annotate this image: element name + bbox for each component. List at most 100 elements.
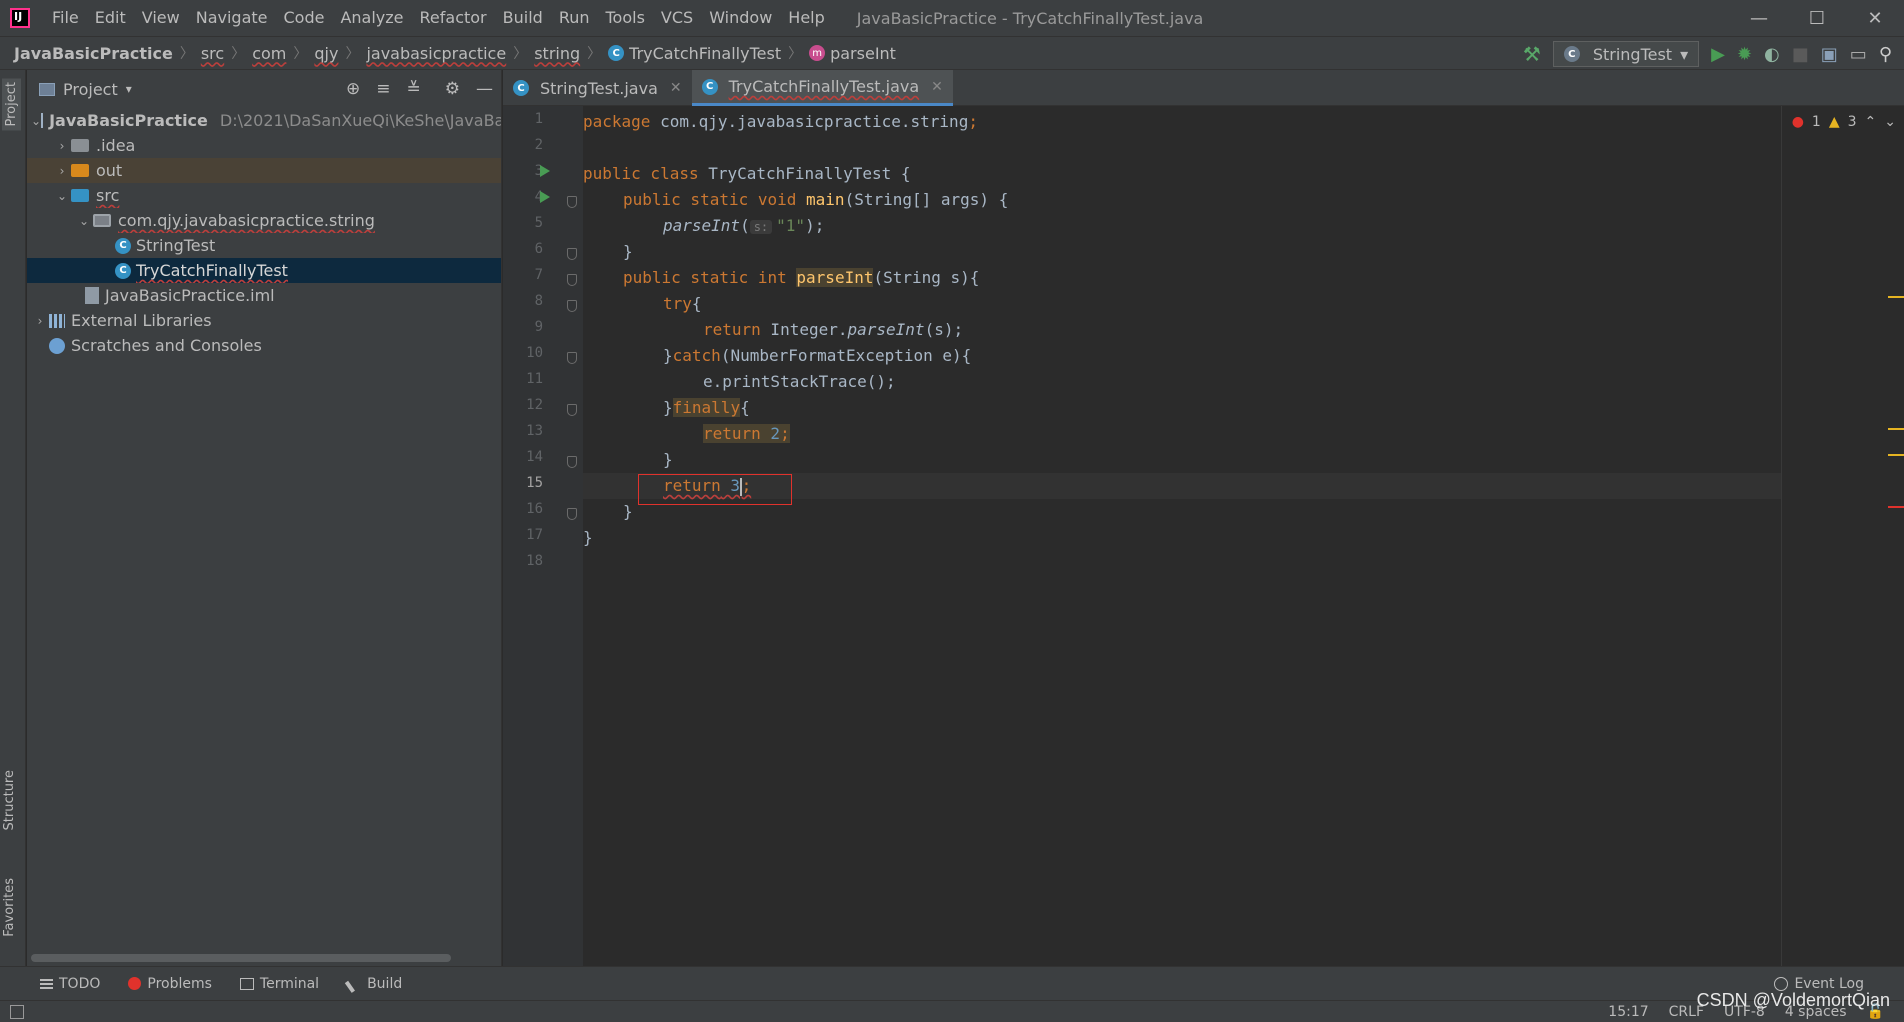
code-line-7[interactable]: public static int parseInt(String s){ (623, 265, 979, 291)
code-line-11[interactable]: e.printStackTrace(); (703, 369, 896, 395)
tree-item-trycatchfinallytest[interactable]: › TryCatchFinallyTest (27, 258, 501, 283)
code-editor[interactable]: package com.qjy.javabasicpractice.string… (583, 106, 1781, 966)
hide-panel-icon[interactable]: — (476, 79, 493, 99)
menu-run[interactable]: Run (551, 0, 598, 36)
code-line-9[interactable]: return Integer.parseInt(s); (703, 317, 963, 343)
code-line-3[interactable]: public class TryCatchFinallyTest { (583, 161, 911, 187)
expand-all-icon[interactable]: ≡ (376, 79, 390, 99)
toggle-tool-windows-icon[interactable] (10, 1005, 24, 1019)
breadcrumb-qjy[interactable]: qjy (314, 44, 338, 63)
chevron-down-icon[interactable]: ⌄ (53, 189, 71, 203)
code-line-12[interactable]: }finally{ (663, 395, 750, 421)
menu-refactor[interactable]: Refactor (412, 0, 495, 36)
project-panel-title[interactable]: Project (63, 80, 118, 99)
run-class-gutter-icon[interactable] (540, 165, 550, 177)
run-configuration-select[interactable]: StringTest ▾ (1552, 41, 1700, 67)
breadcrumb-class[interactable]: TryCatchFinallyTest (608, 44, 781, 63)
search-icon[interactable]: ⚲ (1879, 44, 1892, 65)
fold-marker-icon[interactable] (567, 404, 577, 416)
coverage-icon[interactable]: ◐ (1764, 44, 1780, 65)
project-tool-tab[interactable]: Project (2, 78, 21, 131)
menu-file[interactable]: File (44, 0, 87, 36)
problems-tool-button[interactable]: Problems (128, 976, 212, 992)
debug-bug-icon[interactable]: ✹ (1737, 44, 1752, 65)
fold-marker-icon[interactable] (567, 300, 577, 312)
breadcrumb-string[interactable]: string (534, 44, 580, 63)
breadcrumb-src[interactable]: src (201, 44, 224, 63)
breadcrumb-javabasicpractice[interactable]: javabasicpractice (366, 44, 506, 63)
build-tool-button[interactable]: Build (344, 974, 402, 993)
previous-highlight-icon[interactable]: ⌃ (1865, 114, 1877, 130)
tree-item-scratches[interactable]: › Scratches and Consoles (27, 333, 501, 358)
code-line-13[interactable]: return 2; (703, 421, 790, 447)
next-highlight-icon[interactable]: ⌄ (1884, 114, 1896, 130)
minimize-button[interactable]: — (1730, 0, 1788, 36)
warning-marker[interactable] (1888, 296, 1904, 298)
menu-analyze[interactable]: Analyze (332, 0, 411, 36)
breadcrumb-method[interactable]: parseInt (809, 44, 896, 63)
tree-item-idea[interactable]: › .idea (27, 133, 501, 158)
chevron-down-icon[interactable]: ▾ (126, 82, 132, 96)
menu-window[interactable]: Window (701, 0, 780, 36)
menu-tools[interactable]: Tools (598, 0, 653, 36)
menu-edit[interactable]: Edit (87, 0, 134, 36)
warning-marker[interactable] (1888, 454, 1904, 456)
tab-stringtest[interactable]: StringTest.java ✕ (503, 70, 692, 106)
fold-marker-icon[interactable] (567, 456, 577, 468)
chevron-right-icon[interactable]: › (53, 139, 71, 153)
tree-item-package[interactable]: ⌄ com.qjy.javabasicpractice.string (27, 208, 501, 233)
tree-item-project-root[interactable]: ⌄ JavaBasicPractice D:\2021\DaSanXueQi\K… (27, 108, 501, 133)
build-hammer-icon[interactable]: ⚒ (1523, 42, 1541, 66)
run-main-gutter-icon[interactable] (540, 191, 550, 203)
gear-icon[interactable]: ⚙ (445, 79, 460, 99)
code-line-14[interactable]: } (663, 447, 673, 473)
tree-item-out[interactable]: › out (27, 158, 501, 183)
close-tab-icon[interactable]: ✕ (670, 80, 682, 96)
code-line-1[interactable]: package com.qjy.javabasicpractice.string… (583, 109, 978, 135)
breadcrumb-com[interactable]: com (252, 44, 286, 63)
favorites-tool-tab[interactable]: Favorites (2, 878, 17, 937)
fold-marker-icon[interactable] (567, 508, 577, 520)
menu-code[interactable]: Code (276, 0, 333, 36)
structure-tool-tab[interactable]: Structure (2, 770, 17, 830)
chevron-down-icon[interactable]: ⌄ (75, 214, 93, 228)
chevron-right-icon[interactable]: › (31, 314, 49, 328)
caret-position[interactable]: 15:17 (1608, 1004, 1648, 1020)
stop-icon[interactable]: ■ (1792, 44, 1809, 65)
menu-build[interactable]: Build (495, 0, 551, 36)
tab-trycatchfinallytest[interactable]: TryCatchFinallyTest.java ✕ (691, 70, 953, 106)
chevron-right-icon[interactable]: › (53, 164, 71, 178)
code-line-17[interactable]: } (583, 525, 593, 551)
error-marker[interactable] (1888, 506, 1904, 508)
horizontal-scrollbar[interactable] (31, 954, 451, 962)
menu-view[interactable]: View (134, 0, 188, 36)
chevron-down-icon[interactable]: ⌄ (31, 114, 41, 128)
warning-marker[interactable] (1888, 428, 1904, 430)
tree-item-external-libraries[interactable]: › External Libraries (27, 308, 501, 333)
project-structure-icon[interactable]: ▣ (1821, 44, 1838, 65)
code-line-16[interactable]: } (623, 499, 633, 525)
code-line-6[interactable]: } (623, 239, 633, 265)
menu-vcs[interactable]: VCS (653, 0, 701, 36)
menu-help[interactable]: Help (780, 0, 832, 36)
menu-navigate[interactable]: Navigate (188, 0, 276, 36)
tree-item-src[interactable]: ⌄ src (27, 183, 501, 208)
close-window-button[interactable]: ✕ (1846, 0, 1904, 36)
todo-tool-button[interactable]: TODO (40, 976, 100, 992)
inspection-widget[interactable]: ● 1 ▲ 3 ⌃ ⌄ (1792, 114, 1896, 130)
code-line-10[interactable]: }catch(NumberFormatException e){ (663, 343, 971, 369)
maximize-button[interactable]: ☐ (1788, 0, 1846, 36)
close-tab-icon[interactable]: ✕ (931, 79, 943, 95)
fold-marker-icon[interactable] (567, 352, 577, 364)
breadcrumb-project[interactable]: JavaBasicPractice (14, 44, 173, 63)
fold-marker-icon[interactable] (567, 248, 577, 260)
code-line-5[interactable]: parseInt(s: "1"); (663, 213, 824, 239)
code-line-4[interactable]: public static void main(String[] args) { (623, 187, 1008, 213)
terminal-tool-button[interactable]: Terminal (239, 976, 319, 992)
fold-marker-icon[interactable] (567, 274, 577, 286)
locate-target-icon[interactable]: ⊕ (346, 79, 360, 99)
tree-item-iml[interactable]: › JavaBasicPractice.iml (27, 283, 501, 308)
collapse-all-icon[interactable]: ≚ (407, 79, 421, 99)
layout-icon[interactable]: ▭ (1850, 44, 1867, 65)
fold-marker-icon[interactable] (567, 196, 577, 208)
